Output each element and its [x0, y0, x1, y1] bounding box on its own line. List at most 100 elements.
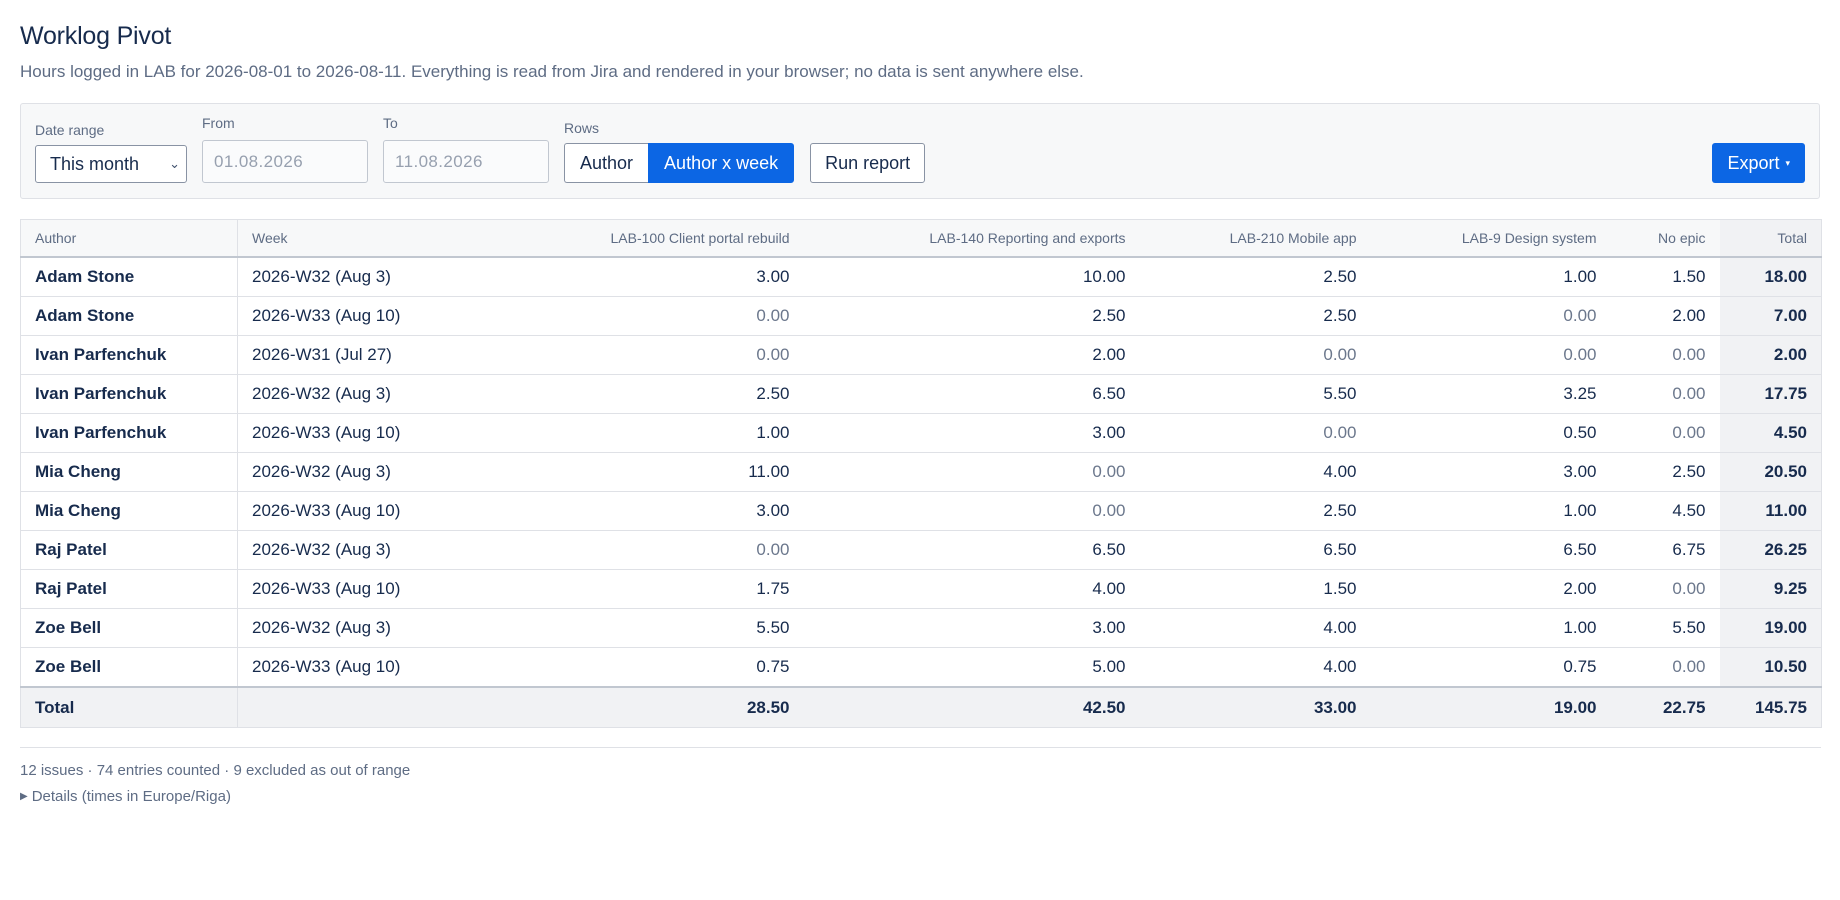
from-label: From [202, 115, 235, 131]
details-toggle[interactable]: ▶ Details (times in Europe/Riga) [20, 788, 1820, 805]
table-row: Zoe Bell 2026-W33 (Aug 10) 0.75 5.00 4.00 0.7… [20, 647, 1822, 688]
column-header-no-epic[interactable]: No epic [1610, 219, 1720, 258]
cell-lab-9: 0.00 [1370, 335, 1611, 375]
column-header-lab-210[interactable]: LAB-210 Mobile app [1139, 219, 1371, 258]
cell-week: 2026-W32 (Aug 3) [237, 374, 438, 414]
cell-lab-100: 0.75 [437, 647, 804, 688]
table-header-row: Author Week LAB-100 Client portal rebuil… [20, 219, 1822, 258]
cell-lab-140: 3.00 [803, 608, 1140, 648]
table-row: Mia Cheng 2026-W32 (Aug 3) 11.00 0.00 4.00 3.… [20, 452, 1822, 492]
cell-total: 11.00 [1719, 491, 1822, 531]
caret-down-icon: ▾ [1785, 157, 1790, 168]
column-header-week[interactable]: Week [237, 219, 438, 258]
cell-author: Raj Patel [20, 530, 238, 570]
cell-total: 10.50 [1719, 647, 1822, 688]
column-header-lab-140[interactable]: LAB-140 Reporting and exports [803, 219, 1140, 258]
cell-week: 2026-W32 (Aug 3) [237, 257, 438, 297]
cell-lab-210: 4.00 [1139, 608, 1371, 648]
run-report-button[interactable]: Run report [810, 143, 926, 183]
cell-lab-9: 1.00 [1370, 608, 1611, 648]
cell-author: Zoe Bell [20, 647, 238, 688]
cell-lab-9: 6.50 [1370, 530, 1611, 570]
cell-lab-210: 4.00 [1139, 452, 1371, 492]
cell-lab-210: 2.50 [1139, 296, 1371, 336]
cell-lab-100: 3.00 [437, 491, 804, 531]
cell-lab-100: 5.50 [437, 608, 804, 648]
cell-week: 2026-W33 (Aug 10) [237, 491, 438, 531]
cell-no-epic: 0.00 [1610, 647, 1720, 688]
cell-week: 2026-W33 (Aug 10) [237, 296, 438, 336]
cell-author: Adam Stone [20, 296, 238, 336]
totals-label: Total [20, 686, 238, 728]
cell-total: 18.00 [1719, 257, 1822, 297]
date-range-field: Date range This month ⌄ [35, 122, 187, 183]
divider [20, 747, 1821, 748]
cell-lab-9: 3.00 [1370, 452, 1611, 492]
cell-no-epic: 0.00 [1610, 413, 1720, 453]
cell-lab-100: 1.75 [437, 569, 804, 609]
cell-lab-140: 5.00 [803, 647, 1140, 688]
rows-option-author[interactable]: Author [564, 143, 649, 183]
table-row: Raj Patel 2026-W33 (Aug 10) 1.75 4.00 1.50 2.… [20, 569, 1822, 609]
column-header-total[interactable]: Total [1719, 219, 1822, 258]
cell-lab-140: 0.00 [803, 491, 1140, 531]
cell-author: Ivan Parfenchuk [20, 413, 238, 453]
from-field: From 01.08.2026 [202, 115, 368, 183]
to-date-input[interactable]: 11.08.2026 [383, 140, 549, 183]
table-row: Ivan Parfenchuk 2026-W31 (Jul 27) 0.00 2.00… [20, 335, 1822, 375]
rows-option-author-week[interactable]: Author x week [648, 143, 795, 183]
column-header-lab-9[interactable]: LAB-9 Design system [1370, 219, 1611, 258]
cell-lab-9: 0.50 [1370, 413, 1611, 453]
to-label: To [383, 115, 398, 131]
cell-no-epic: 0.00 [1610, 335, 1720, 375]
cell-no-epic: 6.75 [1610, 530, 1720, 570]
page-title: Worklog Pivot [20, 22, 172, 50]
export-button[interactable]: Export ▾ [1712, 143, 1805, 183]
total-no-epic: 22.75 [1610, 686, 1720, 728]
cell-lab-9: 3.25 [1370, 374, 1611, 414]
cell-total: 9.25 [1719, 569, 1822, 609]
total-lab-210: 33.00 [1139, 686, 1371, 728]
cell-lab-9: 2.00 [1370, 569, 1611, 609]
cell-week: 2026-W32 (Aug 3) [237, 452, 438, 492]
total-lab-140: 42.50 [803, 686, 1140, 728]
cell-lab-100: 2.50 [437, 374, 804, 414]
date-range-select[interactable]: This month ⌄ [35, 145, 187, 183]
cell-week: 2026-W33 (Aug 10) [237, 647, 438, 688]
cell-lab-9: 1.00 [1370, 491, 1611, 531]
cell-week: 2026-W31 (Jul 27) [237, 335, 438, 375]
cell-author: Mia Cheng [20, 452, 238, 492]
cell-total: 7.00 [1719, 296, 1822, 336]
cell-lab-100: 3.00 [437, 257, 804, 297]
cell-author: Raj Patel [20, 569, 238, 609]
cell-author: Zoe Bell [20, 608, 238, 648]
triangle-right-icon: ▶ [20, 791, 28, 802]
column-header-lab-100[interactable]: LAB-100 Client portal rebuild [437, 219, 804, 258]
cell-lab-140: 10.00 [803, 257, 1140, 297]
cell-lab-9: 0.75 [1370, 647, 1611, 688]
cell-week: 2026-W33 (Aug 10) [237, 413, 438, 453]
cell-lab-100: 11.00 [437, 452, 804, 492]
cell-week: 2026-W32 (Aug 3) [237, 530, 438, 570]
to-field: To 11.08.2026 [383, 115, 549, 183]
cell-lab-140: 3.00 [803, 413, 1140, 453]
cell-lab-100: 0.00 [437, 296, 804, 336]
cell-total: 19.00 [1719, 608, 1822, 648]
cell-lab-9: 1.00 [1370, 257, 1611, 297]
date-range-label: Date range [35, 122, 105, 138]
table-row: Adam Stone 2026-W32 (Aug 3) 3.00 10.00 2.50 1… [20, 257, 1822, 297]
cell-lab-140: 2.50 [803, 296, 1140, 336]
table-row: Ivan Parfenchuk 2026-W33 (Aug 10) 1.00 3.00… [20, 413, 1822, 453]
page-subtitle: Hours logged in LAB for 2026-08-01 to 20… [20, 62, 1084, 81]
cell-lab-210: 5.50 [1139, 374, 1371, 414]
cell-lab-210: 2.50 [1139, 257, 1371, 297]
cell-no-epic: 0.00 [1610, 374, 1720, 414]
cell-lab-210: 2.50 [1139, 491, 1371, 531]
rows-toggle: Author Author x week [564, 143, 795, 183]
cell-lab-100: 0.00 [437, 335, 804, 375]
cell-lab-210: 4.00 [1139, 647, 1371, 688]
cell-lab-210: 0.00 [1139, 413, 1371, 453]
column-header-author[interactable]: Author [20, 219, 238, 258]
cell-lab-140: 6.50 [803, 530, 1140, 570]
from-date-input[interactable]: 01.08.2026 [202, 140, 368, 183]
